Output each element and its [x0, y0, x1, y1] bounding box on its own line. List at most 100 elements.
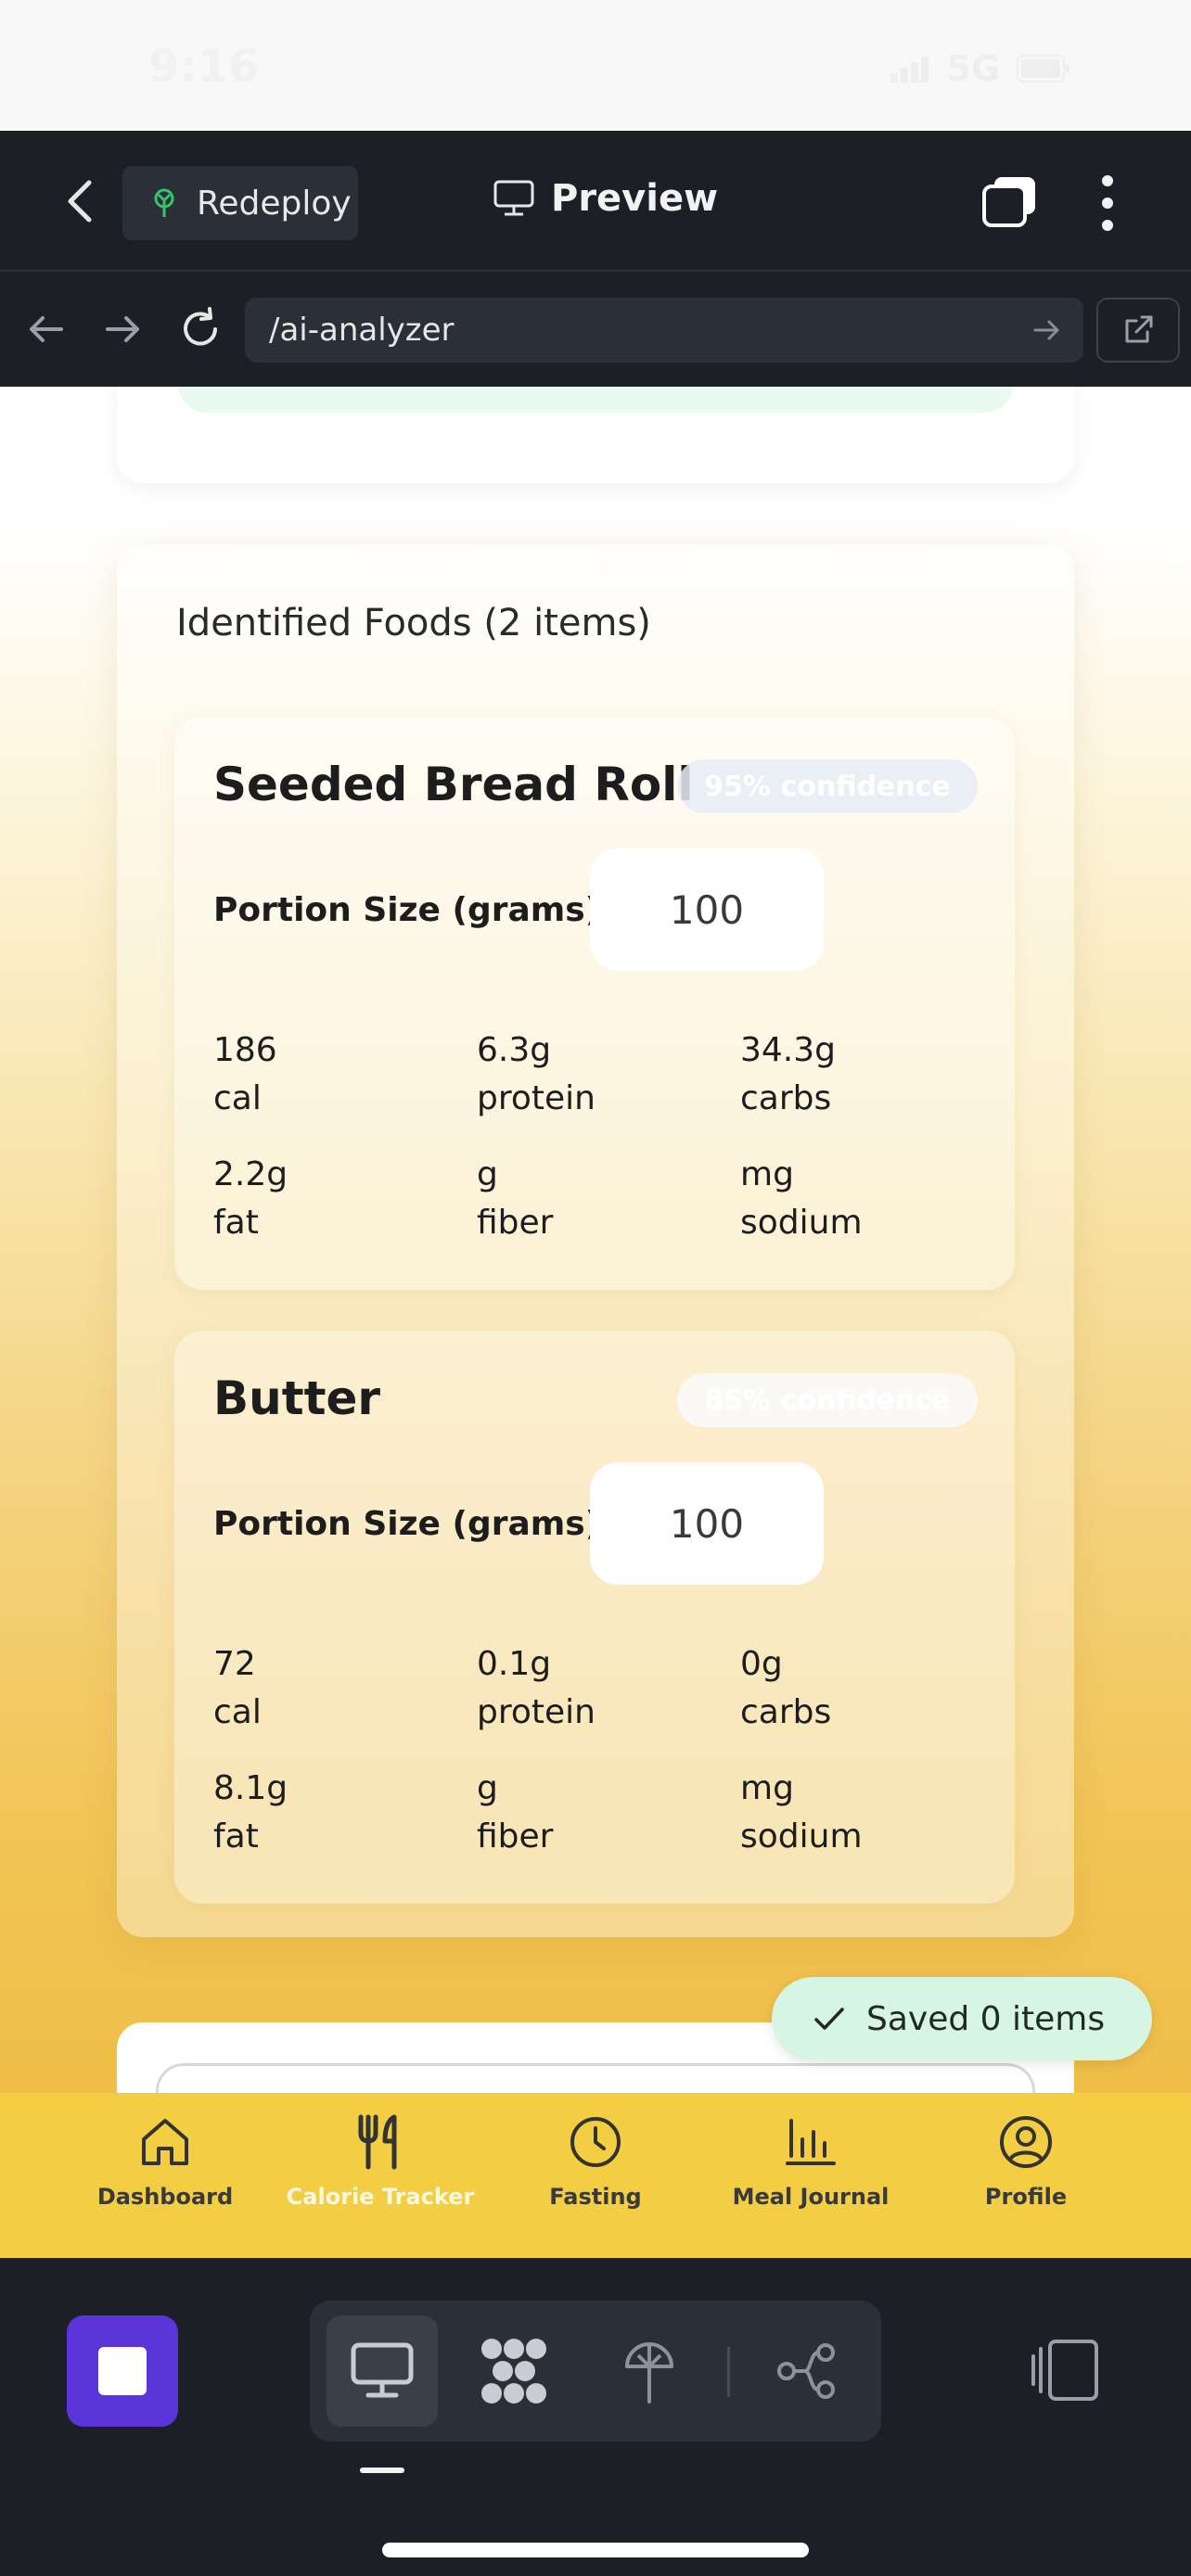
nav-item-fasting[interactable]: Fasting [488, 2093, 703, 2258]
branch-icon [777, 2343, 835, 2399]
check-icon [814, 2008, 844, 2030]
url-bar: /ai-analyzer [0, 274, 1191, 387]
url-field[interactable]: /ai-analyzer [245, 298, 1083, 363]
food-name: Butter [213, 1371, 381, 1425]
arrow-right-icon[interactable] [98, 305, 147, 353]
portion-label: Portion Size (grams): [213, 891, 614, 929]
preview-tab[interactable]: Preview [493, 177, 718, 220]
nutrient-value: 0g [740, 1645, 783, 1683]
go-arrow-icon[interactable] [1030, 312, 1065, 348]
clock-icon [570, 2117, 621, 2167]
back-chevron-icon[interactable] [58, 175, 104, 227]
preview-tool-button[interactable] [327, 2315, 438, 2427]
bar-chart-icon [786, 2119, 836, 2165]
nutrient-unit: protein [477, 1079, 596, 1117]
analysis-result-strip [178, 387, 1013, 413]
nutrient-fat: 2.2g fat [213, 1151, 455, 1247]
external-link-icon [1125, 315, 1153, 343]
home-indicator [382, 2543, 809, 2557]
app-viewport: Identified Foods (2 items) Seeded Bread … [0, 387, 1191, 2093]
url-text: /ai-analyzer [269, 312, 455, 349]
nutrient-carbs: 0g carbs [740, 1640, 981, 1737]
redeploy-label: Redeploy [197, 184, 352, 223]
network-type: 5G [946, 48, 1000, 89]
nutrient-calories: 186 cal [213, 1027, 455, 1123]
nav-item-dashboard[interactable]: Dashboard [58, 2093, 273, 2258]
nutrient-value: g [477, 1155, 498, 1193]
stop-icon [98, 2347, 147, 2395]
nutrient-unit: fiber [477, 1817, 554, 1855]
monitor-icon [351, 2342, 414, 2398]
nav-item-meal-journal[interactable]: Meal Journal [703, 2093, 918, 2258]
nutrient-value: 34.3g [740, 1031, 837, 1069]
workspace-tools [310, 2301, 881, 2442]
nutrient-fiber: g fiber [477, 1151, 718, 1247]
nutrient-value: 72 [213, 1645, 256, 1683]
food-name: Seeded Bread Roll [213, 758, 694, 811]
nutrient-unit: sodium [740, 1204, 863, 1242]
home-icon [142, 2119, 188, 2165]
toast-text: Saved 0 items [866, 1999, 1106, 2038]
nutrient-unit: fiber [477, 1204, 554, 1242]
portion-input[interactable] [590, 848, 824, 971]
editor-bottom-toolbar [0, 2258, 1191, 2576]
food-item: Butter 85% confidence Portion Size (gram… [174, 1331, 1015, 1904]
nutrient-unit: fat [213, 1204, 259, 1242]
nutrient-unit: protein [477, 1693, 596, 1731]
grid-pattern-icon [481, 2339, 546, 2404]
status-bar: 9:16 5G [0, 0, 1191, 131]
arrow-left-icon[interactable] [22, 305, 70, 353]
battery-icon [1017, 55, 1069, 83]
nutrient-unit: fat [213, 1817, 259, 1855]
nutrient-sodium: mg sodium [740, 1151, 981, 1247]
portion-input[interactable] [590, 1462, 824, 1585]
tool-divider [727, 2347, 730, 2397]
nav-item-profile[interactable]: Profile [918, 2093, 1133, 2258]
redeploy-button[interactable]: Redeploy [122, 166, 358, 240]
nav-label: Profile [984, 2184, 1068, 2210]
nutrient-value: mg [740, 1769, 794, 1807]
signal-icon [890, 57, 929, 83]
open-external-button[interactable] [1096, 298, 1180, 363]
portion-label: Portion Size (grams): [213, 1505, 614, 1543]
nutrient-value: 2.2g [213, 1155, 288, 1193]
deploy-icon [625, 2342, 673, 2404]
nutrient-protein: 0.1g protein [477, 1640, 718, 1737]
layout-toggle-icon[interactable] [1030, 2338, 1104, 2403]
nutrient-value: g [477, 1769, 498, 1807]
analysis-card-top [117, 387, 1074, 483]
nutrient-protein: 6.3g protein [477, 1027, 718, 1123]
deployments-tool-button[interactable] [594, 2315, 705, 2427]
next-card-field[interactable] [156, 2063, 1035, 2093]
nutrient-calories: 72 cal [213, 1640, 455, 1737]
identified-foods-card: Identified Foods (2 items) Seeded Bread … [117, 544, 1074, 1937]
nav-item-calorie-tracker[interactable]: Calorie Tracker [273, 2093, 488, 2258]
nutrient-unit: cal [213, 1693, 262, 1731]
confidence-badge: 95% confidence [677, 759, 978, 813]
nutrient-carbs: 34.3g carbs [740, 1027, 981, 1123]
nutrient-value: mg [740, 1155, 794, 1193]
refresh-icon[interactable] [176, 305, 224, 353]
nutrient-unit: cal [213, 1079, 262, 1117]
nav-label: Fasting [549, 2184, 642, 2210]
status-indicators: 5G [890, 48, 1070, 89]
monitor-icon [493, 180, 534, 216]
food-item: Seeded Bread Roll 95% confidence Portion… [174, 717, 1015, 1290]
nutrient-unit: sodium [740, 1817, 863, 1855]
nutrient-unit: carbs [740, 1079, 832, 1117]
tabs-icon[interactable] [981, 175, 1039, 229]
status-time: 9:16 [148, 41, 260, 93]
nutrient-fiber: g fiber [477, 1765, 718, 1861]
active-tool-indicator [360, 2468, 404, 2473]
bottom-nav: Dashboard Calorie Tracker Fasting Meal J… [0, 2093, 1191, 2258]
nutrient-fat: 8.1g fat [213, 1765, 455, 1861]
more-vertical-icon[interactable] [1091, 173, 1124, 233]
confidence-badge: 85% confidence [677, 1373, 978, 1427]
workflows-tool-button[interactable] [458, 2315, 570, 2427]
git-tool-button[interactable] [751, 2315, 863, 2427]
nutrient-unit: carbs [740, 1693, 832, 1731]
nutrient-value: 186 [213, 1031, 277, 1069]
deploy-icon [154, 188, 174, 217]
stop-button[interactable] [67, 2315, 178, 2427]
nutrient-sodium: mg sodium [740, 1765, 981, 1861]
